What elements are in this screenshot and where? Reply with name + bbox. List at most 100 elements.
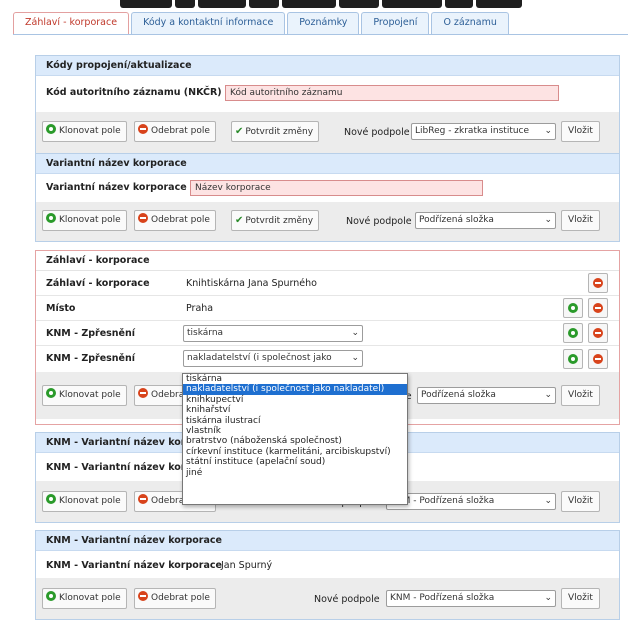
tab-divider <box>13 34 628 35</box>
insert-button[interactable]: Vložit <box>561 385 600 406</box>
new-subfield-label: Nové podpole <box>344 127 410 138</box>
field-row: Variantní název korporace Název korporac… <box>36 174 619 202</box>
subfield-select[interactable]: Podřízená složka ⌄ <box>417 387 556 404</box>
minus-circle-icon <box>593 354 603 364</box>
panel-header: KNM - Variantní název korporace <box>36 531 619 551</box>
zpresneni-select-open[interactable]: nakladatelství (i společnost jako ⌄ <box>183 350 363 367</box>
remove-subfield-button[interactable] <box>588 273 608 293</box>
action-bar: Klonovat pole Odebrat pole Nové podpole … <box>36 578 619 619</box>
panel-variantni-nazev: Variantní název korporace Variantní náze… <box>35 153 620 242</box>
field-row: KNM - Variantní název korporace Jan Spur… <box>36 551 619 578</box>
new-subfield-label: Nové podpole <box>346 216 412 227</box>
remove-subfield-button[interactable] <box>588 323 608 343</box>
plus-circle-icon <box>46 124 56 134</box>
remove-field-button[interactable]: Odebrat pole <box>134 588 216 609</box>
corporate-name-input[interactable]: Název korporace <box>190 180 483 196</box>
field-value: Jan Spurný <box>221 560 273 571</box>
top-cropped-strip <box>0 0 639 8</box>
checkmark-icon: ✔ <box>235 126 244 137</box>
minus-circle-icon <box>138 388 148 398</box>
add-subfield-button[interactable] <box>563 349 583 369</box>
subfield-select[interactable]: LibReg - zkratka instituce ⌄ <box>411 123 556 140</box>
tab-zahlavi-korporace[interactable]: Záhlaví - korporace <box>13 12 130 35</box>
tab-bar: Záhlaví - korporace Kódy a kontaktní inf… <box>13 12 511 35</box>
panel-header: Variantní název korporace <box>36 154 619 174</box>
field-value: Praha <box>186 303 214 314</box>
subfield-select[interactable]: Podřízená složka ⌄ <box>415 212 556 229</box>
remove-subfield-button[interactable] <box>588 349 608 369</box>
minus-circle-icon <box>138 124 148 134</box>
authority-code-input[interactable]: Kód autoritního záznamu <box>225 85 559 101</box>
insert-button[interactable]: Vložit <box>561 210 600 231</box>
plus-circle-icon <box>568 328 578 338</box>
minus-circle-icon <box>138 494 148 504</box>
minus-circle-icon <box>593 278 603 288</box>
plus-circle-icon <box>46 388 56 398</box>
zpresneni-select[interactable]: tiskárna ⌄ <box>183 325 363 342</box>
dropdown-option[interactable]: státní instituce (apelační soud) <box>183 457 407 467</box>
chevron-down-icon: ⌄ <box>544 496 552 506</box>
tab-propojeni[interactable]: Propojení <box>361 12 430 34</box>
add-subfield-button[interactable] <box>563 298 583 318</box>
field-label: KNM - Zpřesnění <box>46 328 136 339</box>
panel-knm-variantni-nazev-2: KNM - Variantní název korporace KNM - Va… <box>35 530 620 620</box>
remove-subfield-button[interactable] <box>588 298 608 318</box>
dropdown-option[interactable]: bratrstvo (náboženská společnost) <box>183 436 407 446</box>
clone-field-button[interactable]: Klonovat pole <box>42 385 127 406</box>
plus-circle-icon <box>568 354 578 364</box>
minus-circle-icon <box>138 591 148 601</box>
tab-o-zaznamu[interactable]: O záznamu <box>431 12 509 34</box>
insert-button[interactable]: Vložit <box>561 121 600 142</box>
plus-circle-icon <box>46 494 56 504</box>
subfield-select[interactable]: KNM - Podřízená složka ⌄ <box>386 493 556 510</box>
clone-field-button[interactable]: Klonovat pole <box>42 210 127 231</box>
dropdown-option[interactable]: jiné <box>183 468 407 478</box>
subfield-select[interactable]: KNM - Podřízená složka ⌄ <box>386 590 556 607</box>
chevron-down-icon: ⌄ <box>351 328 359 338</box>
panel-header: Záhlaví - korporace <box>36 251 619 271</box>
remove-field-button[interactable]: Odebrat pole <box>134 121 216 142</box>
dropdown-option-selected[interactable]: nakladatelství (i společnost jako naklad… <box>183 384 407 395</box>
field-label: KNM - Zpřesnění <box>46 353 136 364</box>
minus-circle-icon <box>593 328 603 338</box>
dropdown-option[interactable]: knihkupectví <box>183 395 407 405</box>
clone-field-button[interactable]: Klonovat pole <box>42 588 127 609</box>
field-label: Místo <box>46 303 76 314</box>
tab-kody-kontakty[interactable]: Kódy a kontaktní informace <box>131 12 286 34</box>
plus-circle-icon <box>568 303 578 313</box>
confirm-changes-button[interactable]: ✔Potvrdit změny <box>231 210 320 231</box>
minus-circle-icon <box>138 213 148 223</box>
add-subfield-button[interactable] <box>563 323 583 343</box>
chevron-down-icon: ⌄ <box>351 353 359 363</box>
chevron-down-icon: ⌄ <box>544 215 552 225</box>
insert-button[interactable]: Vložit <box>561 588 600 609</box>
zpresneni-dropdown-list: tiskárna nakladatelství (i společnost ja… <box>182 373 408 505</box>
dropdown-option[interactable]: vlastník <box>183 426 407 436</box>
field-row-zpresneni-2: KNM - Zpřesnění nakladatelství (i společ… <box>36 346 619 372</box>
field-label: Kód autoritního záznamu (NKČR) <box>46 87 222 98</box>
field-row-zpresneni-1: KNM - Zpřesnění tiskárna ⌄ <box>36 321 619 346</box>
tab-poznamky[interactable]: Poznámky <box>287 12 360 34</box>
dropdown-option[interactable]: tiskárna <box>183 374 407 384</box>
field-row: Kód autoritního záznamu (NKČR) Kód autor… <box>36 76 619 112</box>
dropdown-option[interactable]: církevní instituce (karmelitáni, arcibis… <box>183 447 407 457</box>
insert-button[interactable]: Vložit <box>561 491 600 512</box>
action-bar: Klonovat pole Odebrat pole ✔Potvrdit změ… <box>36 112 619 154</box>
clone-field-button[interactable]: Klonovat pole <box>42 121 127 142</box>
dropdown-option[interactable]: tiskárna ilustrací <box>183 416 407 426</box>
dropdown-option[interactable]: knihařství <box>183 405 407 415</box>
field-row-zahlavi: Záhlaví - korporace Knihtiskárna Jana Sp… <box>36 271 619 296</box>
chevron-down-icon: ⌄ <box>544 593 552 603</box>
confirm-changes-button[interactable]: ✔Potvrdit změny <box>231 121 320 142</box>
clone-field-button[interactable]: Klonovat pole <box>42 491 127 512</box>
field-label: Variantní název korporace <box>46 182 187 193</box>
minus-circle-icon <box>593 303 603 313</box>
remove-field-button[interactable]: Odebrat pole <box>134 210 216 231</box>
chevron-down-icon: ⌄ <box>544 126 552 136</box>
panel-kody-propojeni: Kódy propojení/aktualizace Kód autoritní… <box>35 55 620 154</box>
new-subfield-label: Nové podpole <box>314 594 380 605</box>
field-label: Záhlaví - korporace <box>46 278 150 289</box>
field-label: KNM - Variantní název korporace <box>46 560 222 571</box>
chevron-down-icon: ⌄ <box>544 390 552 400</box>
action-bar: Klonovat pole Odebrat pole ✔Potvrdit změ… <box>36 202 619 241</box>
